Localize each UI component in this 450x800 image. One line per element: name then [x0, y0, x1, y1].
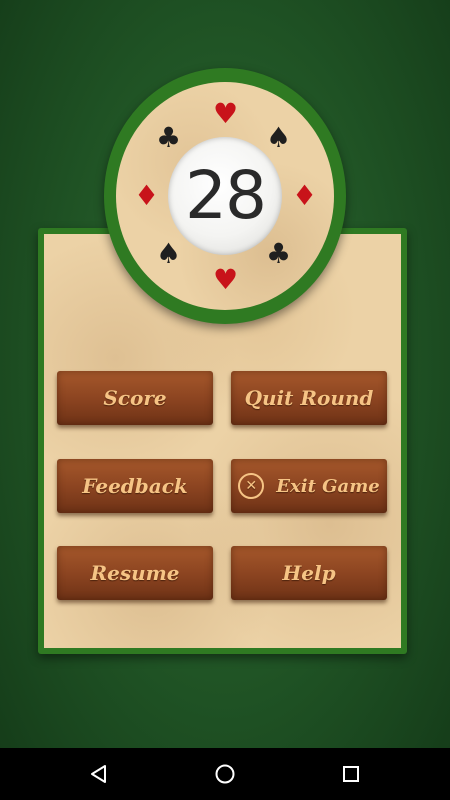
feedback-button-label: Feedback: [82, 474, 188, 498]
home-icon[interactable]: [211, 760, 239, 788]
round-number: 28: [185, 157, 267, 234]
chip-face: ♥ ♣ ♠ ♦ ♦ ♠ ♣ ♥ 28: [116, 82, 334, 310]
heart-bottom-icon: ♥: [213, 263, 239, 296]
help-button[interactable]: Help: [231, 546, 387, 600]
heart-top-icon: ♥: [213, 97, 239, 130]
exit-game-button[interactable]: ✕ Exit Game: [231, 459, 387, 513]
help-button-label: Help: [282, 561, 336, 585]
diamond-left-icon: ♦: [134, 179, 160, 212]
recents-icon[interactable]: [337, 760, 365, 788]
system-navigation-bar: [0, 748, 450, 800]
score-button-label: Score: [103, 386, 167, 410]
diamond-right-icon: ♦: [292, 179, 318, 212]
resume-button[interactable]: Resume: [57, 546, 213, 600]
quit-round-button[interactable]: Quit Round: [231, 371, 387, 425]
resume-button-label: Resume: [90, 561, 180, 585]
score-chip: ♥ ♣ ♠ ♦ ♦ ♠ ♣ ♥ 28: [104, 68, 346, 324]
exit-game-button-label: Exit Game: [276, 475, 380, 497]
spade-upper-right-icon: ♠: [266, 121, 292, 154]
chip-center: 28: [168, 137, 282, 255]
close-circle-icon: ✕: [238, 473, 265, 499]
club-lower-right-icon: ♣: [266, 237, 292, 270]
score-button[interactable]: Score: [57, 371, 213, 425]
club-upper-left-icon: ♣: [156, 121, 182, 154]
spade-lower-left-icon: ♠: [156, 237, 182, 270]
back-icon[interactable]: [85, 760, 113, 788]
feedback-button[interactable]: Feedback: [57, 459, 213, 513]
quit-round-button-label: Quit Round: [244, 386, 374, 410]
